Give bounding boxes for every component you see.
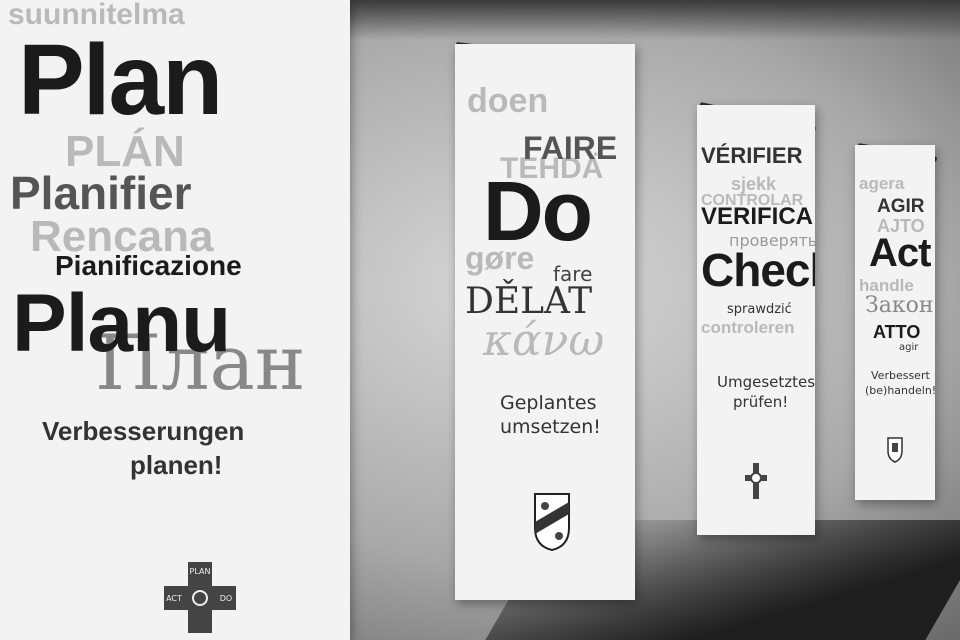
- cross-emblem: [745, 463, 767, 499]
- banner-word: agera: [859, 174, 905, 193]
- banner-word: AGIR: [877, 196, 925, 217]
- banner-main-word: Act: [869, 231, 931, 275]
- banner-slogan-line: Umgesetztes: [717, 373, 815, 391]
- banner-word: gøre: [465, 240, 535, 276]
- banner-slogan-line: prüfen!: [733, 393, 789, 411]
- photo-scene: suunnitelma PLÁN Rencana Plan Planifier …: [0, 0, 960, 640]
- emblem-label: DO: [220, 594, 232, 603]
- banner-word: controleren: [701, 318, 795, 337]
- banner-word: handle: [859, 276, 914, 295]
- banner-word: Planu: [12, 278, 231, 369]
- banner-slogan-line: planen!: [130, 450, 223, 480]
- banner-word: doen: [467, 82, 549, 120]
- emblem-label: ACT: [166, 594, 182, 603]
- shield-emblem: [887, 437, 903, 463]
- check-banner: sjekk CONTROLAR VÉRIFIER VERIFICA провер…: [697, 105, 815, 535]
- banner-word: sprawdzić: [727, 302, 792, 317]
- pdca-cross-emblem: PLAN ACT DO: [164, 562, 236, 633]
- banner-main-word: Plan: [18, 24, 223, 136]
- emblem-label: PLAN: [190, 567, 211, 576]
- banner-word: Закон: [865, 293, 934, 318]
- plan-banner: suunnitelma PLÁN Rencana Plan Planifier …: [0, 0, 350, 640]
- act-banner: agera AJTO AGIR Act handle Закон ATTO ag…: [855, 145, 935, 500]
- coat-of-arms-emblem: [534, 493, 570, 552]
- do-banner: doen TEHDÄ FAIRE Do gøre fare DĚLAT κάνω…: [455, 44, 635, 600]
- banner-slogan-line: Verbessert: [871, 369, 930, 382]
- banner-main-word: Check: [701, 244, 815, 296]
- banner-word: VÉRIFIER: [701, 143, 803, 168]
- banner-word: agir: [899, 342, 919, 353]
- banner-word: ATTO: [873, 322, 921, 342]
- banner-word: sjekk: [731, 174, 777, 194]
- banner-word: Pianificazione: [55, 250, 242, 281]
- banner-slogan-line: umsetzen!: [500, 416, 601, 438]
- banner-word: κάνω: [483, 315, 605, 366]
- banner-slogan-line: Geplantes: [500, 392, 597, 414]
- banner-word: Planifier: [10, 167, 192, 219]
- banner-slogan-line: Verbesserungen: [42, 416, 245, 446]
- banner-slogan-line: (be)handeln!: [865, 384, 935, 397]
- banner-word: FAIRE: [523, 130, 618, 166]
- banner-word: VERIFICA: [701, 203, 814, 230]
